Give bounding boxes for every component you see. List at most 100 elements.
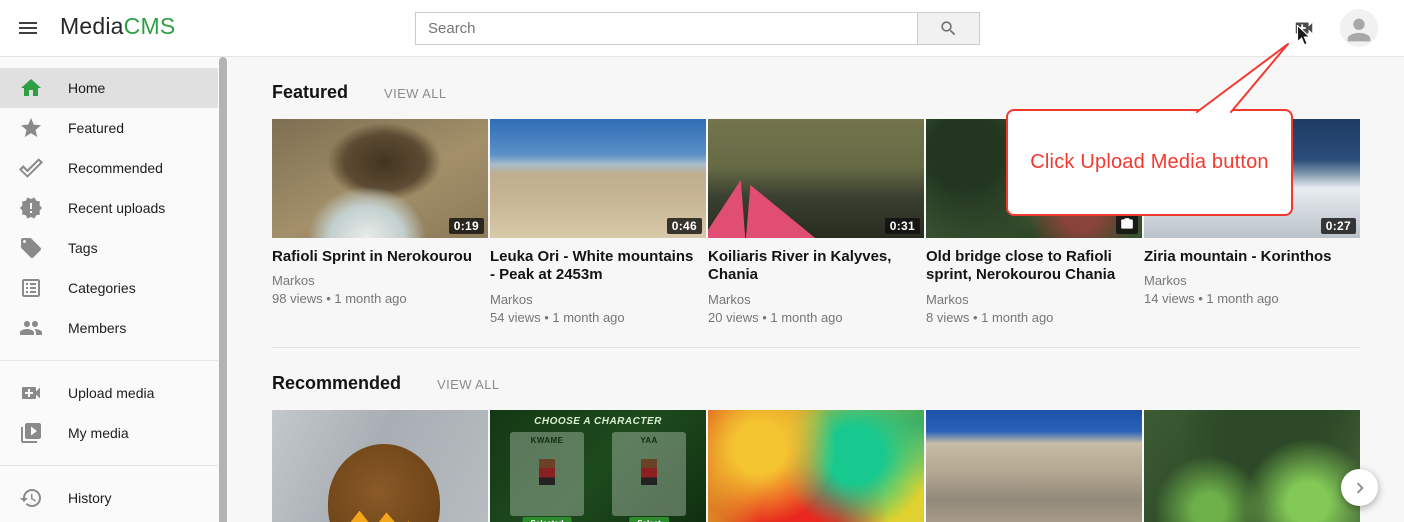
- video-card: 0:46 Leuka Ori - White mountains - Peak a…: [490, 119, 706, 325]
- recommended-section: Recommended VIEW ALL CHOOSE A CHARACTER K…: [272, 373, 1360, 522]
- sidebar-item-label: Tags: [68, 240, 98, 256]
- search-icon: [939, 19, 958, 38]
- sidebar-item-members[interactable]: Members: [0, 308, 218, 348]
- video-card: 0:31 Koiliaris River in Kalyves, Chania Ma…: [708, 119, 924, 325]
- video-author[interactable]: Markos: [708, 292, 924, 307]
- sidebar-item-tags[interactable]: Tags: [0, 228, 218, 268]
- character-name: KWAME: [510, 436, 584, 445]
- video-author[interactable]: Markos: [1144, 273, 1360, 288]
- sidebar-item-recent-uploads[interactable]: Recent uploads: [0, 188, 218, 228]
- menu-icon[interactable]: [15, 16, 41, 42]
- home-icon: [19, 76, 43, 100]
- recommended-grid: CHOOSE A CHARACTERKWAMESelectedYAASelect: [272, 410, 1360, 522]
- featured-header: Featured VIEW ALL: [272, 82, 1360, 103]
- upload-media-button[interactable]: [1290, 17, 1318, 41]
- duration-badge: 0:46: [667, 218, 702, 234]
- sidebar-item-label: Recommended: [68, 160, 163, 176]
- recommended-thumbnail-5[interactable]: [1144, 410, 1360, 522]
- recommended-thumbnail-2[interactable]: CHOOSE A CHARACTERKWAMESelectedYAASelect: [490, 410, 706, 522]
- sidebar-item-label: My media: [68, 425, 129, 441]
- thumbnail-overlay-heading: CHOOSE A CHARACTER: [490, 416, 706, 427]
- featured-view-all-link[interactable]: VIEW ALL: [384, 86, 446, 101]
- search-input[interactable]: [415, 12, 918, 45]
- scrollbar-thumb[interactable]: [219, 57, 227, 522]
- sidebar-scrollbar[interactable]: [218, 57, 228, 522]
- sidebar-item-home[interactable]: Home: [0, 68, 218, 108]
- character-name: YAA: [612, 436, 686, 445]
- recommended-thumbnail-3[interactable]: [708, 410, 924, 522]
- person-icon: [1342, 13, 1376, 47]
- recommended-thumbnail-4[interactable]: [926, 410, 1142, 522]
- video-card: [926, 410, 1142, 522]
- logo-cms: CMS: [124, 13, 176, 39]
- list-alt-icon: [19, 276, 43, 300]
- sidebar-item-upload-media[interactable]: Upload media: [0, 373, 218, 413]
- sidebar: Home Featured Recommended Recent uploads Tag…: [0, 57, 218, 522]
- featured-thumbnail-1[interactable]: 0:19: [272, 119, 488, 238]
- character-select-button: Selected: [523, 517, 572, 522]
- sidebar-item-label: Home: [68, 80, 105, 96]
- sidebar-divider: [0, 360, 218, 361]
- duration-badge: 0:27: [1321, 218, 1356, 234]
- section-divider: [272, 347, 1360, 348]
- video-meta: 8 views • 1 month ago: [926, 310, 1142, 325]
- sidebar-item-label: History: [68, 490, 112, 506]
- tutorial-callout: Click Upload Media button: [1006, 109, 1293, 216]
- video-card: [708, 410, 924, 522]
- character-select-button: Select: [629, 517, 669, 522]
- star-icon: [19, 116, 43, 140]
- recommended-thumbnail-1[interactable]: [272, 410, 488, 522]
- featured-thumbnail-3[interactable]: 0:31: [708, 119, 924, 238]
- sidebar-item-label: Recent uploads: [68, 200, 165, 216]
- top-header: MediaCMS: [0, 0, 1404, 57]
- check-outline-icon: [19, 156, 43, 180]
- sidebar-item-recommended[interactable]: Recommended: [0, 148, 218, 188]
- video-author[interactable]: Markos: [926, 292, 1142, 307]
- callout-text: Click Upload Media button: [1030, 151, 1268, 174]
- sidebar-item-label: Upload media: [68, 385, 154, 401]
- sidebar-item-history[interactable]: History: [0, 478, 218, 518]
- sidebar-item-featured[interactable]: Featured: [0, 108, 218, 148]
- recommended-view-all-link[interactable]: VIEW ALL: [437, 377, 499, 392]
- video-meta: 54 views • 1 month ago: [490, 310, 706, 325]
- video-card: [272, 410, 488, 522]
- recommended-header: Recommended VIEW ALL: [272, 373, 1360, 394]
- sidebar-item-label: Categories: [68, 280, 136, 296]
- video-title[interactable]: Rafioli Sprint in Nerokourou: [272, 248, 482, 266]
- sidebar-item-my-media[interactable]: My media: [0, 413, 218, 453]
- history-icon: [19, 486, 43, 510]
- video-title[interactable]: Leuka Ori - White mountains - Peak at 24…: [490, 248, 700, 285]
- video-meta: 20 views • 1 month ago: [708, 310, 924, 325]
- character-panel-right: YAASelect: [612, 432, 686, 516]
- logo[interactable]: MediaCMS: [60, 13, 175, 40]
- video-title[interactable]: Old bridge close to Rafioli sprint, Nero…: [926, 248, 1136, 285]
- video-author[interactable]: Markos: [490, 292, 706, 307]
- chevron-right-icon: [1349, 477, 1371, 499]
- featured-thumbnail-2[interactable]: 0:46: [490, 119, 706, 238]
- video-meta: 98 views • 1 month ago: [272, 291, 488, 306]
- camera-icon: [1116, 215, 1138, 234]
- search-button[interactable]: [918, 12, 980, 45]
- video-card: [1144, 410, 1360, 522]
- video-card: CHOOSE A CHARACTERKWAMESelectedYAASelect: [490, 410, 706, 522]
- mediacms-page: MediaCMS Home Featured Recommended Recent u…: [0, 0, 1404, 522]
- video-call-icon: [19, 381, 43, 405]
- logo-media: Media: [60, 13, 124, 39]
- video-card: 0:19 Rafioli Sprint in Nerokourou Markos 98…: [272, 119, 488, 325]
- sidebar-divider: [0, 465, 218, 466]
- video-library-icon: [19, 421, 43, 445]
- video-meta: 14 views • 1 month ago: [1144, 291, 1360, 306]
- sidebar-item-label: Members: [68, 320, 126, 336]
- recommended-title: Recommended: [272, 373, 401, 394]
- video-title[interactable]: Ziria mountain - Korinthos: [1144, 248, 1354, 266]
- character-panel-left: KWAMESelected: [510, 432, 584, 516]
- video-author[interactable]: Markos: [272, 273, 488, 288]
- tag-icon: [19, 236, 43, 260]
- character-sprite: [641, 459, 657, 485]
- sidebar-item-categories[interactable]: Categories: [0, 268, 218, 308]
- video-title[interactable]: Koiliaris River in Kalyves, Chania: [708, 248, 918, 285]
- duration-badge: 0:19: [449, 218, 484, 234]
- carousel-next-button[interactable]: [1341, 469, 1378, 506]
- user-avatar[interactable]: [1340, 9, 1378, 47]
- sidebar-item-label: Featured: [68, 120, 124, 136]
